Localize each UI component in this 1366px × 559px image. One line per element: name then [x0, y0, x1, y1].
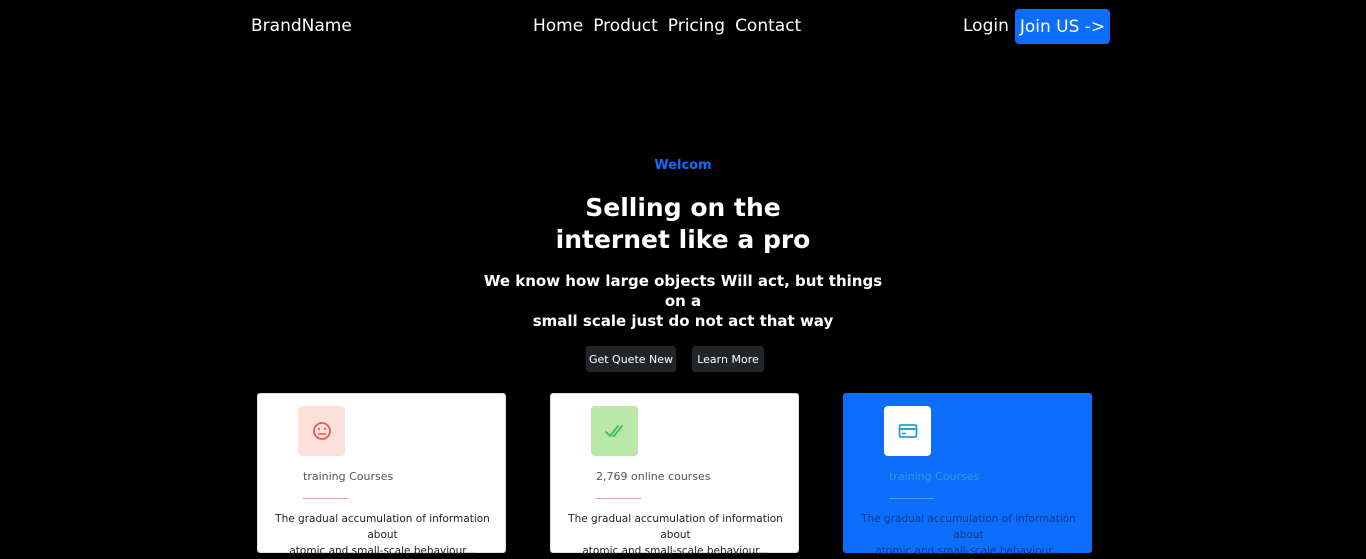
- card-desc-line2: atomic and small-scale behaviour...: [289, 545, 476, 557]
- nav-link-contact[interactable]: Contact: [735, 16, 801, 36]
- sad-face-icon: [298, 406, 345, 456]
- nav-link-product[interactable]: Product: [593, 16, 658, 36]
- card-desc-line1: The gradual accumulation of information …: [861, 513, 1076, 541]
- nav-link-pricing[interactable]: Pricing: [668, 16, 725, 36]
- learn-more-button[interactable]: Learn More: [692, 346, 764, 372]
- hero-subtitle-line2: small scale just do not act that way: [532, 312, 834, 330]
- credit-card-icon: [884, 406, 931, 456]
- card-divider: [889, 498, 934, 499]
- card-desc-line2: atomic and small-scale behaviour...: [875, 545, 1062, 557]
- card-divider: [303, 498, 348, 499]
- card-description: The gradual accumulation of information …: [852, 511, 1085, 559]
- card-description: The gradual accumulation of information …: [266, 511, 499, 559]
- nav-links: Home Product Pricing Contact: [533, 16, 801, 36]
- feature-card-2[interactable]: 2,769 online courses The gradual accumul…: [550, 393, 799, 557]
- card-description: The gradual accumulation of information …: [559, 511, 792, 559]
- card-title: 2,769 online courses: [596, 470, 711, 483]
- hero-subtitle: We know how large objects Will act, but …: [483, 271, 883, 331]
- join-button[interactable]: Join US ->: [1015, 9, 1110, 44]
- login-link[interactable]: Login: [963, 16, 1009, 36]
- feature-card-1[interactable]: training Courses The gradual accumulatio…: [257, 393, 506, 557]
- feature-card-3[interactable]: training Courses The gradual accumulatio…: [843, 393, 1092, 557]
- card-title: training Courses: [303, 470, 394, 483]
- card-title: training Courses: [889, 470, 980, 483]
- double-check-icon: [591, 406, 638, 456]
- hero-title: Selling on the internet like a pro: [533, 192, 833, 256]
- card-desc-line1: The gradual accumulation of information …: [568, 513, 783, 541]
- nav-link-home[interactable]: Home: [533, 16, 583, 36]
- card-desc-line1: The gradual accumulation of information …: [275, 513, 490, 541]
- card-desc-line2: atomic and small-scale behaviour...: [582, 545, 769, 557]
- get-quote-button[interactable]: Get Quete New: [586, 346, 676, 372]
- card-divider: [596, 498, 641, 499]
- hero-title-line2: internet like a pro: [555, 225, 811, 254]
- hero-subtitle-line1: We know how large objects Will act, but …: [483, 272, 883, 310]
- hero-eyebrow: Welcom: [654, 158, 712, 173]
- brand-logo[interactable]: BrandName: [251, 16, 352, 36]
- navbar: BrandName Home Product Pricing Contact L…: [0, 0, 1366, 54]
- hero-title-line1: Selling on the: [585, 193, 781, 222]
